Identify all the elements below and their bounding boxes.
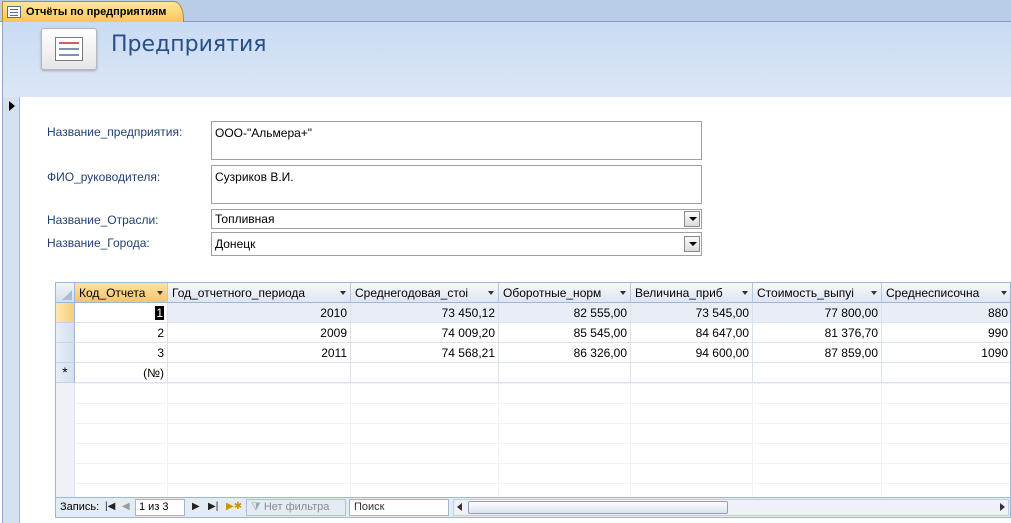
- industry-combobox[interactable]: Топливная: [211, 209, 702, 229]
- table-cell[interactable]: 73 450,12: [351, 303, 499, 323]
- column-header-avg-cost[interactable]: Среднегодовая_стоі: [351, 283, 499, 303]
- document-tab-strip: Отчёты по предприятиям: [0, 0, 1011, 22]
- column-header-output-cost[interactable]: Стоимость_выпуі: [753, 283, 882, 303]
- table-cell[interactable]: 2010: [168, 303, 351, 323]
- filter-toggle-button[interactable]: ⧩ Нет фильтра: [246, 499, 346, 516]
- table-cell[interactable]: [753, 363, 882, 383]
- next-record-icon[interactable]: ▶: [192, 501, 200, 512]
- record-label: Запись:: [60, 501, 100, 513]
- row-selector[interactable]: [56, 343, 75, 363]
- table-cell[interactable]: 74 568,21: [351, 343, 499, 363]
- form-title: Предприятия: [111, 32, 267, 57]
- industry-dropdown-button[interactable]: [684, 211, 700, 227]
- row-selector[interactable]: [56, 323, 75, 343]
- table-cell[interactable]: 77 800,00: [753, 303, 882, 323]
- record-selector[interactable]: [2, 97, 20, 523]
- select-all-corner[interactable]: [56, 283, 75, 303]
- table-cell[interactable]: 84 647,00: [631, 323, 753, 343]
- column-header-profit[interactable]: Величина_приб: [631, 283, 753, 303]
- search-input[interactable]: Поиск: [349, 499, 449, 516]
- scroll-left-icon[interactable]: [457, 503, 462, 511]
- table-cell[interactable]: 73 545,00: [631, 303, 753, 323]
- current-record-input[interactable]: 1 из 3: [135, 499, 185, 516]
- document-tab-label: Отчёты по предприятиям: [26, 6, 167, 18]
- city-label: Название_Города:: [47, 236, 150, 250]
- table-cell[interactable]: [499, 363, 631, 383]
- company-name-field[interactable]: ООО-"Альмера+": [211, 121, 702, 160]
- table-cell[interactable]: 86 326,00: [499, 343, 631, 363]
- table-cell[interactable]: 2011: [168, 343, 351, 363]
- empty-grid-area: [56, 383, 1010, 497]
- table-cell[interactable]: 87 859,00: [753, 343, 882, 363]
- table-cell[interactable]: 2009: [168, 323, 351, 343]
- column-header-working-capital[interactable]: Оборотные_норм: [499, 283, 631, 303]
- form-header-icon: [41, 28, 97, 70]
- last-record-icon[interactable]: ▶|: [208, 501, 218, 512]
- city-value: Донецк: [215, 237, 256, 251]
- previous-record-icon[interactable]: ◀: [122, 501, 130, 512]
- column-header-year[interactable]: Год_отчетного_периода: [168, 283, 351, 303]
- column-sort-dropdown-icon[interactable]: [488, 291, 494, 295]
- row-selector-gutter: [56, 383, 75, 497]
- table-cell[interactable]: 3: [75, 343, 168, 363]
- form-icon: [7, 6, 21, 18]
- company-name-label: Название_предприятия:: [47, 125, 183, 139]
- current-record-arrow-icon: [9, 101, 15, 111]
- horizontal-scrollbar[interactable]: [453, 499, 1009, 516]
- director-name-field[interactable]: Сузриков В.И.: [211, 165, 702, 204]
- column-sort-dropdown-icon[interactable]: [157, 291, 163, 295]
- form-header: Предприятия: [2, 22, 1011, 97]
- document-tab[interactable]: Отчёты по предприятиям: [2, 1, 184, 22]
- new-record-star-icon[interactable]: *: [56, 363, 75, 383]
- city-dropdown-button[interactable]: [684, 236, 700, 252]
- table-cell[interactable]: 82 555,00: [499, 303, 631, 323]
- industry-value: Топливная: [215, 212, 275, 226]
- column-header-report-id[interactable]: Код_Отчета: [75, 283, 168, 303]
- table-cell[interactable]: 1090: [882, 343, 1010, 363]
- funnel-icon: ⧩: [251, 501, 261, 513]
- column-sort-dropdown-icon[interactable]: [871, 291, 877, 295]
- column-sort-dropdown-icon[interactable]: [620, 291, 626, 295]
- table-cell[interactable]: 990: [882, 323, 1010, 343]
- new-record-icon[interactable]: ▶✱: [226, 501, 242, 512]
- table-cell[interactable]: 94 600,00: [631, 343, 753, 363]
- row-selector[interactable]: [56, 303, 75, 323]
- table-cell[interactable]: 85 545,00: [499, 323, 631, 343]
- table-cell[interactable]: 1: [75, 303, 168, 323]
- table-cell[interactable]: 880: [882, 303, 1010, 323]
- column-sort-dropdown-icon[interactable]: [1001, 291, 1007, 295]
- table-cell[interactable]: [882, 363, 1010, 383]
- table-cell[interactable]: 74 009,20: [351, 323, 499, 343]
- industry-label: Название_Отрасли:: [47, 213, 159, 227]
- reports-datasheet: Код_Отчета Год_отчетного_периода Среднег…: [55, 282, 1011, 498]
- first-record-icon[interactable]: |◀: [105, 501, 115, 512]
- table-cell[interactable]: [168, 363, 351, 383]
- column-sort-dropdown-icon[interactable]: [742, 291, 748, 295]
- city-combobox[interactable]: Донецк: [211, 232, 702, 256]
- scrollbar-thumb[interactable]: [468, 501, 728, 514]
- table-cell[interactable]: [351, 363, 499, 383]
- table-cell[interactable]: [631, 363, 753, 383]
- scroll-right-icon[interactable]: [1000, 503, 1005, 511]
- director-name-label: ФИО_руководителя:: [47, 170, 161, 184]
- record-navigation-bar: Запись: |◀ ◀ 1 из 3 ▶ ▶| ▶✱ ⧩ Нет фильтра…: [55, 498, 1011, 518]
- new-record-id-placeholder[interactable]: (№): [75, 363, 168, 383]
- column-header-avg-headcount[interactable]: Среднесписочна: [882, 283, 1010, 303]
- table-cell[interactable]: 81 376,70: [753, 323, 882, 343]
- table-cell[interactable]: 2: [75, 323, 168, 343]
- column-sort-dropdown-icon[interactable]: [340, 291, 346, 295]
